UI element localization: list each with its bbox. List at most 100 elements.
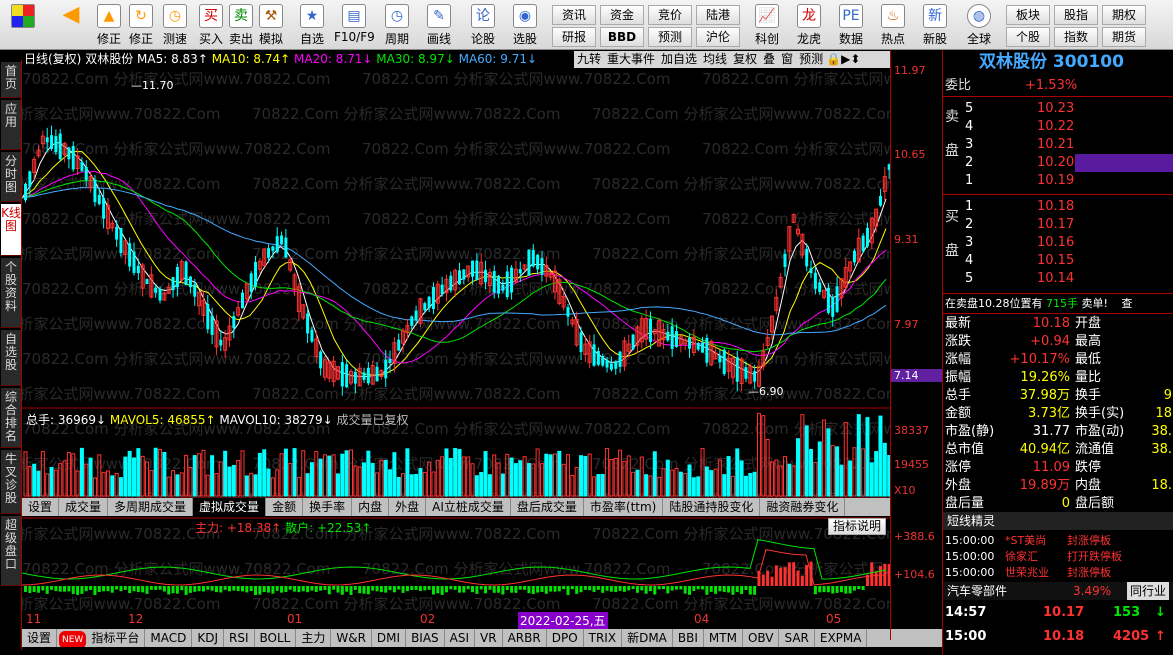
spirit-row: 15:00:00 世荣兆业 封涨停板 — [943, 564, 1173, 582]
volume-tab[interactable]: 成交量 — [59, 498, 109, 516]
volume-tab[interactable]: 金额 — [266, 498, 304, 516]
spirit-title[interactable]: 短线精灵 — [943, 512, 1173, 530]
volume-tab[interactable]: 外盘 — [389, 498, 427, 516]
indicator-tab[interactable]: DMI — [372, 629, 407, 647]
indicator-tab[interactable]: W&R — [331, 629, 372, 647]
volume-tab[interactable]: 融资融券变化 — [760, 498, 846, 516]
indicator-tab[interactable]: ARBR — [503, 629, 547, 647]
btn-sector[interactable]: 板块 — [1006, 5, 1050, 25]
data-button[interactable]: PE 数据 — [834, 4, 868, 48]
sell-button[interactable]: 卖卖出 — [224, 4, 258, 48]
current-price-marker: 7.14 — [891, 369, 943, 382]
arrow-right-icon[interactable]: ▶ — [841, 52, 850, 66]
indicator-tab[interactable]: MACD — [145, 629, 193, 647]
indicator-tab[interactable]: BBI — [673, 629, 704, 647]
btn-indices[interactable]: 指数 — [1054, 27, 1098, 47]
tab-apps[interactable]: 应用 — [1, 100, 21, 150]
indicator-tab[interactable]: MTM — [704, 629, 743, 647]
indicator-tab[interactable]: OBV — [743, 629, 780, 647]
indicator-tab[interactable]: KDJ — [192, 629, 224, 647]
indicator-tab[interactable]: DPO — [547, 629, 584, 647]
tab-profile[interactable]: 个股资料 — [1, 258, 21, 328]
star-market-button[interactable]: 📈 科创 — [750, 4, 784, 48]
tab-super-orderbook[interactable]: 超级盘口 — [1, 516, 21, 586]
tool-predict[interactable]: 预测 — [796, 52, 826, 66]
btn-hk-link[interactable]: 陆港 — [696, 5, 740, 25]
volume-tab[interactable]: 多周期成交量 — [108, 498, 194, 516]
tool-add-watch[interactable]: 加自选 — [658, 52, 700, 66]
tab-timeshare[interactable]: 分时图 — [1, 152, 21, 202]
tool-ma[interactable]: 均线 — [700, 52, 730, 66]
watchlist-button[interactable]: ★ 自选 — [295, 4, 329, 48]
dragon-tiger-button[interactable]: 龙龙虎 — [792, 4, 826, 48]
volume-tab[interactable]: 盘后成交量 — [511, 498, 584, 516]
volume-tab[interactable]: 市盈率(ttm) — [584, 498, 664, 516]
tab-home[interactable]: 首页 — [1, 62, 21, 98]
scroll-icon[interactable]: ⬍ — [850, 52, 860, 66]
indicator-tab[interactable]: 新DMA — [622, 629, 673, 647]
indicator-tab[interactable]: 主力 — [296, 629, 332, 647]
logo-icon[interactable] — [6, 4, 40, 48]
f10-button[interactable]: ▤ F10/F9 — [334, 4, 375, 48]
indicator-tab[interactable]: RSI — [224, 629, 255, 647]
tab-ranking[interactable]: 综合排名 — [1, 388, 21, 448]
draw-line-button[interactable]: ✎ 画线 — [422, 4, 456, 48]
indicator-tab[interactable]: ASI — [445, 629, 476, 647]
btn-auction[interactable]: 竞价 — [648, 5, 692, 25]
tool-nine[interactable]: 九转 — [574, 52, 604, 66]
buy-button[interactable]: 买买入 — [194, 4, 228, 48]
period-button[interactable]: ◷ 周期 — [380, 4, 414, 48]
btn-london[interactable]: 沪伦 — [696, 27, 740, 47]
indicator-tab[interactable]: TRIX — [584, 629, 623, 647]
volume-tab[interactable]: 设置 — [22, 498, 60, 516]
indicator-tab[interactable]: 指标平台 — [86, 629, 146, 647]
btn-options[interactable]: 期权 — [1102, 5, 1146, 25]
tab-watchlist[interactable]: 自选股 — [1, 330, 21, 386]
tab-kline[interactable]: K线图 — [1, 204, 21, 256]
simulate-button[interactable]: ⚒ 模拟 — [254, 4, 288, 48]
correct-button[interactable]: ↻ 修正 — [124, 4, 158, 48]
up-arrow-button[interactable]: ▲ 修正 — [92, 4, 126, 48]
btn-funds[interactable]: 资金 — [600, 5, 644, 25]
buy-icon: 买 — [199, 4, 223, 28]
volume-tab[interactable]: 换手率 — [303, 498, 353, 516]
tool-overlay[interactable]: 叠 — [760, 52, 778, 66]
candle-body — [210, 315, 214, 335]
speed-test-button[interactable]: ◷ 测速 — [158, 4, 192, 48]
lock-icon[interactable]: 🔒 — [826, 52, 841, 66]
candle-body — [67, 147, 71, 160]
back-arrow-icon[interactable]: ◀ — [54, 4, 88, 48]
sector-row[interactable]: 汽车零部件 3.49% 同行业 — [943, 582, 1173, 600]
candle-body — [605, 359, 609, 368]
btn-index-fut[interactable]: 股指 — [1054, 5, 1098, 25]
tool-adjust[interactable]: 复权 — [730, 52, 760, 66]
indicator-explain-button[interactable]: 指标说明 — [828, 518, 886, 535]
indicator-tab[interactable]: BIAS — [406, 629, 445, 647]
discuss-button[interactable]: 论论股 — [466, 4, 500, 48]
indicator-tab[interactable]: VR — [475, 629, 503, 647]
btn-forecast[interactable]: 预测 — [648, 27, 692, 47]
volume-tab[interactable]: 内盘 — [352, 498, 390, 516]
btn-futures[interactable]: 期货 — [1102, 27, 1146, 47]
indicator-tab[interactable]: EXPMA — [815, 629, 868, 647]
tab-diagnose[interactable]: 牛叉诊股 — [1, 450, 21, 514]
volume-bar — [175, 474, 180, 497]
kline-chart[interactable]: 70822.Com 分析家公式网www.70822.Com 70822.Com 分… — [22, 68, 890, 630]
indicator-bar — [254, 586, 258, 595]
global-button[interactable]: ◍ 全球 — [962, 4, 996, 48]
volume-tab[interactable]: AI立桩成交量 — [426, 498, 511, 516]
tool-events[interactable]: 重大事件 — [604, 52, 658, 66]
indicator-tab[interactable]: SAR — [779, 629, 815, 647]
hotspot-button[interactable]: ♨ 热点 — [876, 4, 910, 48]
ipo-button[interactable]: 新新股 — [918, 4, 952, 48]
btn-bbd[interactable]: BBD — [600, 27, 644, 47]
btn-reports[interactable]: 研报 — [552, 27, 596, 47]
indicator-tab[interactable]: 设置 — [22, 629, 58, 647]
tool-window[interactable]: 窗 — [778, 52, 796, 66]
stock-picker-button[interactable]: ◉ 选股 — [508, 4, 542, 48]
btn-stocks[interactable]: 个股 — [1006, 27, 1050, 47]
volume-tab[interactable]: 陆股通持股变化 — [663, 498, 761, 516]
volume-tab[interactable]: 虚拟成交量 — [193, 498, 267, 516]
btn-news[interactable]: 资讯 — [552, 5, 596, 25]
indicator-tab[interactable]: BOLL — [255, 629, 297, 647]
